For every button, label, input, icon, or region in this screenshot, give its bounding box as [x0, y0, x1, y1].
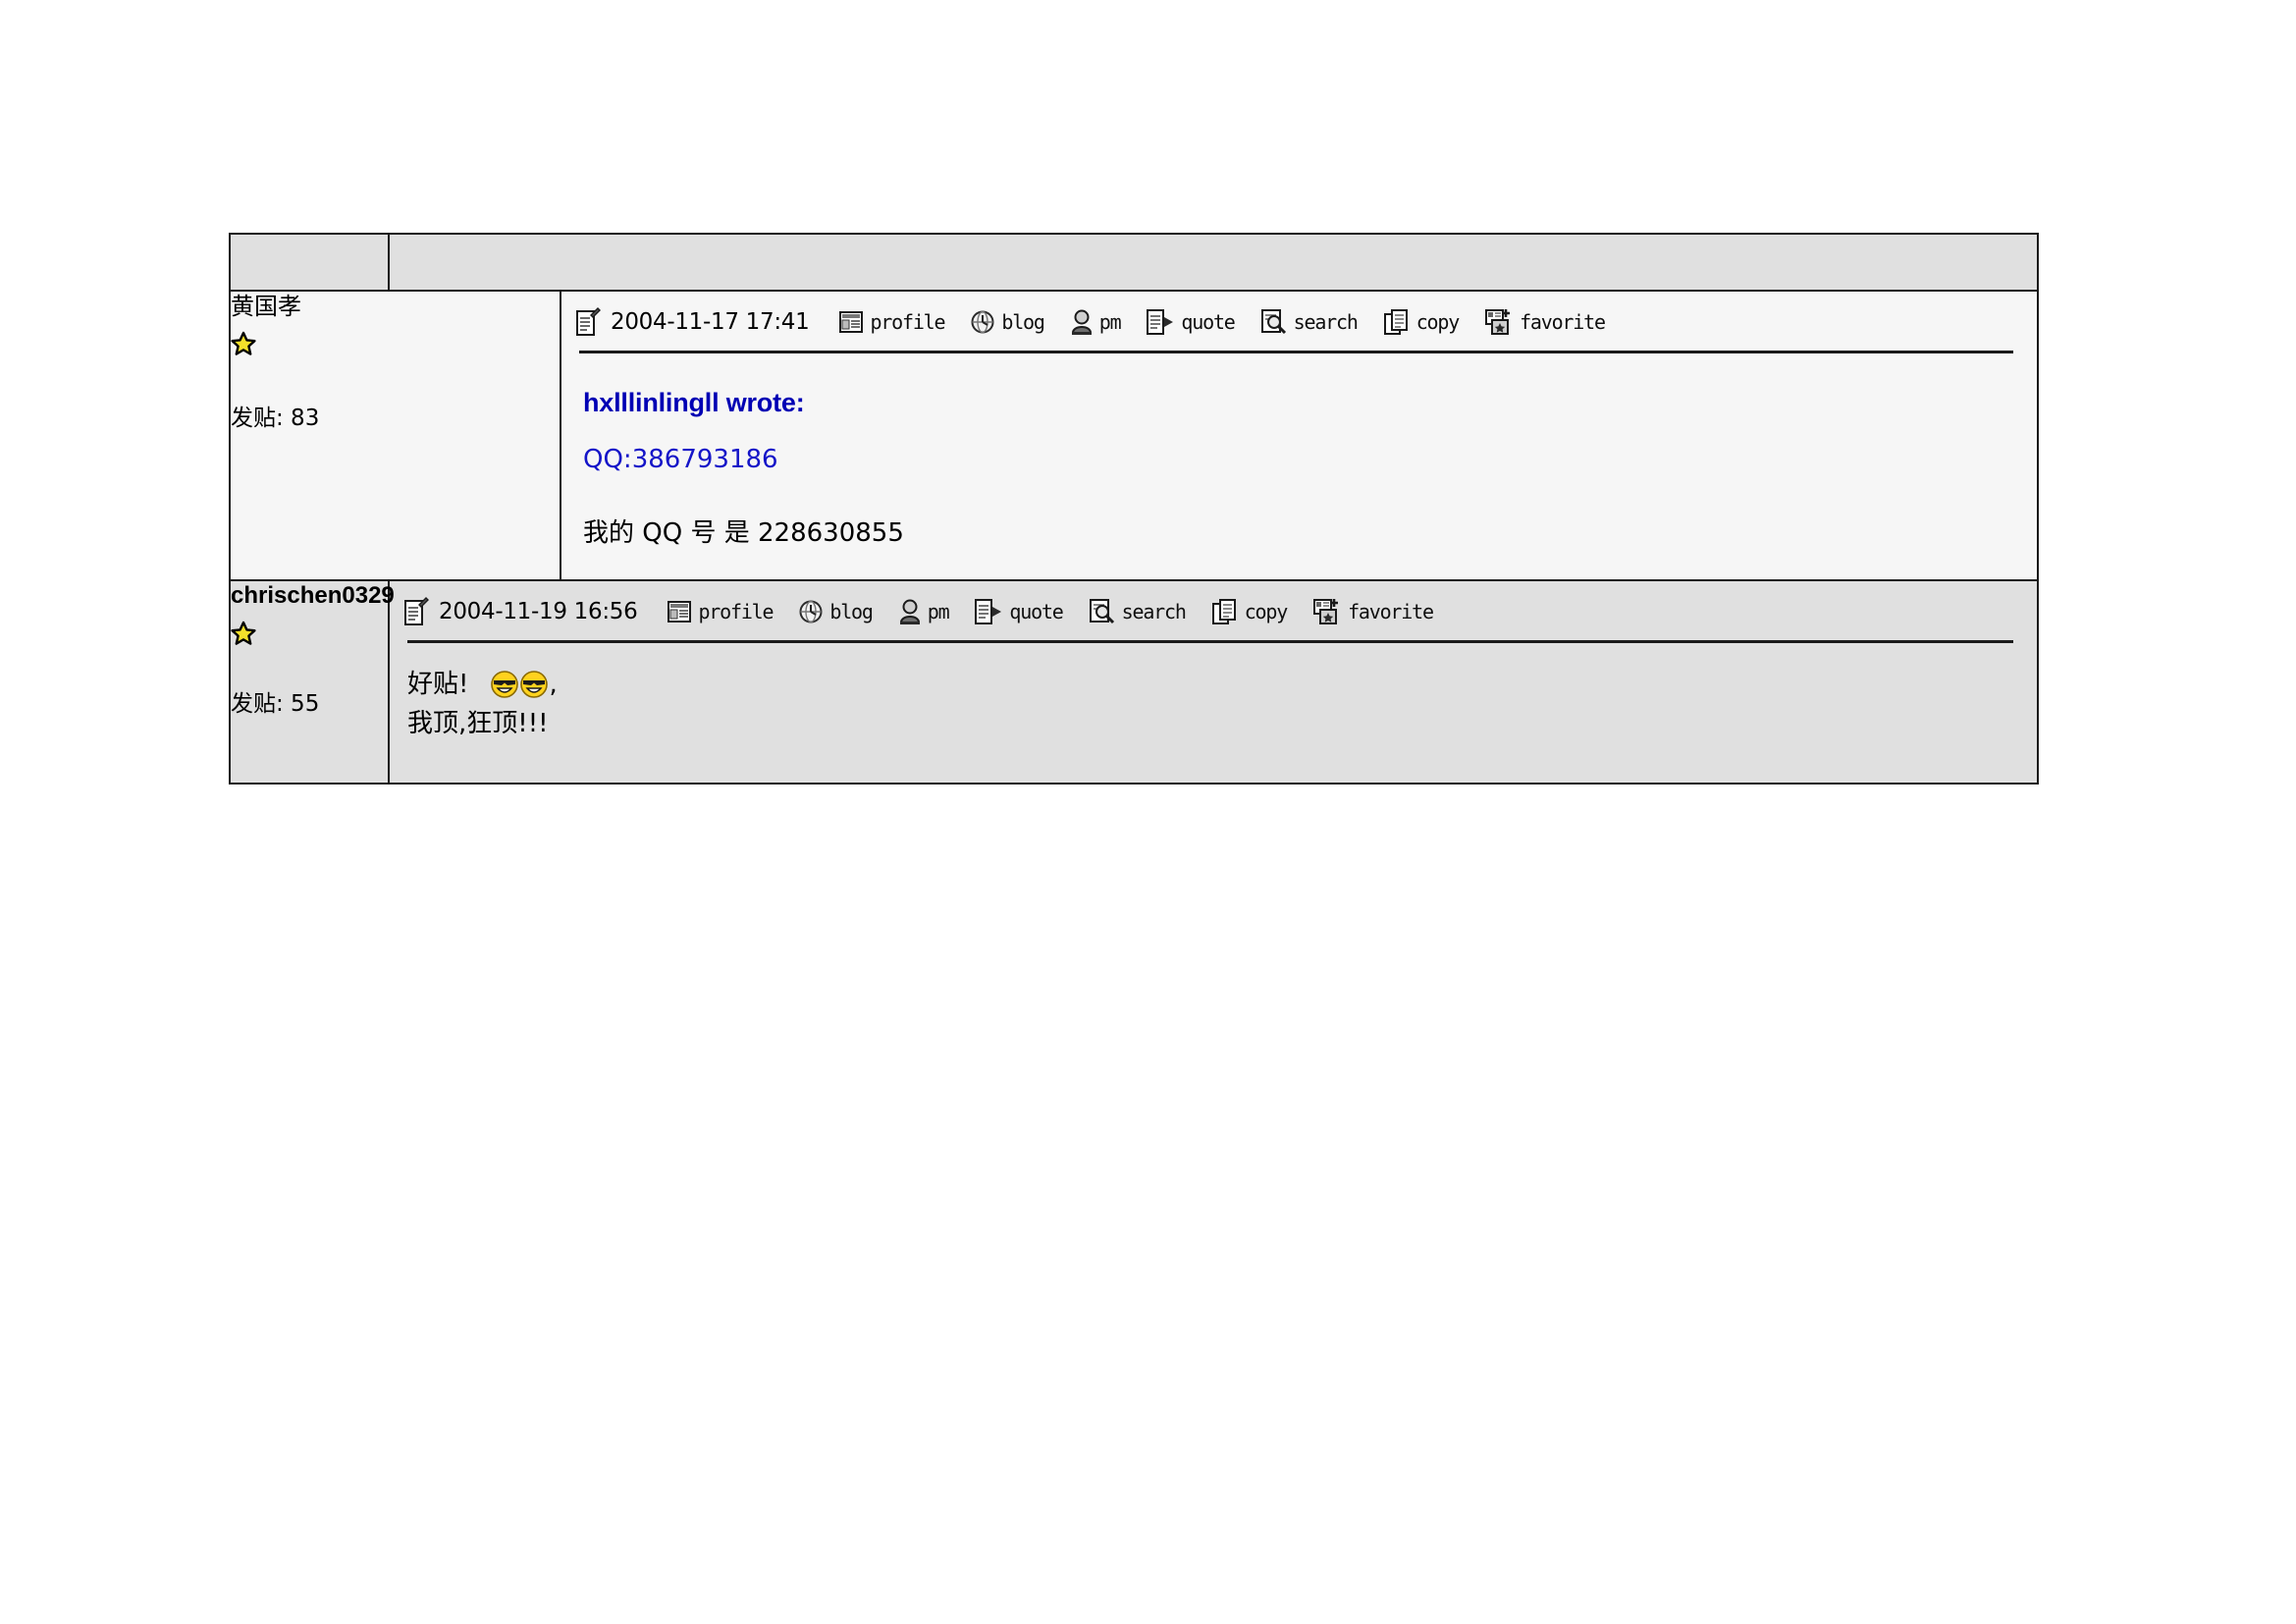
favorite-button[interactable]: favorite [1484, 308, 1606, 336]
search-label: search [1293, 310, 1359, 334]
copy-label: copy [1244, 600, 1289, 623]
favorite-label: favorite [1520, 310, 1606, 334]
cool-smiley-icon [490, 670, 519, 699]
pm-icon [898, 598, 922, 625]
cool-smiley-icon [519, 670, 549, 699]
pm-label: pm [927, 600, 950, 623]
blog-label: blog [1001, 310, 1045, 334]
page-root: 黄国孝 发贴: 83 2004-11-17 17:41 profile blog… [0, 0, 2296, 1624]
star-icon [231, 621, 256, 646]
post-toolbar: 2004-11-17 17:41 profile blog pm quote s… [561, 292, 2037, 347]
post-date: 2004-11-17 17:41 [611, 309, 810, 335]
author-post-count: 发贴: 55 [231, 691, 320, 717]
profile-icon [838, 310, 864, 334]
profile-icon [667, 600, 692, 623]
post-text-after-smilies: , [549, 670, 558, 699]
header-cell-right [388, 233, 2039, 292]
pm-icon [1070, 308, 1094, 336]
quote-author-line: hxlllinlingll wrote: [583, 388, 805, 417]
quote-label: quote [1181, 310, 1235, 334]
post-date: 2004-11-19 16:56 [439, 599, 638, 624]
profile-button[interactable]: profile [667, 600, 774, 623]
profile-label: profile [698, 600, 774, 623]
quote-icon [1146, 308, 1175, 336]
copy-icon [1383, 308, 1411, 336]
search-icon [1089, 598, 1116, 625]
favorite-icon [1484, 308, 1514, 336]
table-header-row [229, 233, 2039, 292]
post-row: 黄国孝 发贴: 83 2004-11-17 17:41 profile blog… [229, 290, 2039, 581]
quote-button[interactable]: quote [974, 598, 1064, 625]
copy-icon [1211, 598, 1239, 625]
blog-label: blog [829, 600, 874, 623]
star-icon [231, 331, 256, 356]
pm-button[interactable]: pm [1070, 308, 1122, 336]
quote-text: QQ:386793186 [583, 445, 778, 474]
post-row: chrischen0329 发贴: 55 2004-11-19 16:56 pr… [229, 579, 2039, 785]
post-toolbar: 2004-11-19 16:56 profile blog pm quote s… [390, 581, 2037, 636]
search-button[interactable]: search [1089, 598, 1187, 625]
copy-button[interactable]: copy [1383, 308, 1461, 336]
search-label: search [1121, 600, 1187, 623]
author-rank [231, 621, 388, 650]
post-content: hxlllinlingll wrote: QQ:386793186 我的 QQ … [561, 353, 2037, 579]
header-cell-left [229, 233, 390, 292]
post-author-cell: chrischen0329 发贴: 55 [229, 579, 395, 785]
pm-button[interactable]: pm [898, 598, 950, 625]
favorite-label: favorite [1348, 600, 1434, 623]
author-rank [231, 331, 560, 360]
post-message-line-2: 我顶,狂顶!!! [407, 709, 549, 738]
blog-button[interactable]: blog [798, 599, 874, 624]
search-button[interactable]: search [1260, 308, 1359, 336]
quote-button[interactable]: quote [1146, 308, 1236, 336]
quote-label: quote [1009, 600, 1063, 623]
blog-icon [970, 309, 995, 335]
blog-button[interactable]: blog [970, 309, 1045, 335]
profile-label: profile [870, 310, 945, 334]
post-content: 好贴! , 我顶,狂顶!!! [390, 643, 2037, 783]
post-message-line-1: 好贴! , [407, 665, 2017, 704]
post-body-cell: 2004-11-17 17:41 profile blog pm quote s… [560, 290, 2039, 581]
pm-label: pm [1098, 310, 1122, 334]
post-note-icon [403, 597, 429, 626]
search-icon [1260, 308, 1288, 336]
author-name[interactable]: chrischen0329 [231, 581, 395, 611]
favorite-icon [1312, 598, 1342, 625]
favorite-button[interactable]: favorite [1312, 598, 1434, 625]
copy-button[interactable]: copy [1211, 598, 1289, 625]
post-note-icon [575, 307, 601, 337]
quote-icon [974, 598, 1003, 625]
post-author-cell: 黄国孝 发贴: 83 [229, 290, 561, 581]
author-post-count: 发贴: 83 [231, 406, 320, 431]
copy-label: copy [1415, 310, 1461, 334]
blog-icon [798, 599, 824, 624]
post-body-cell: 2004-11-19 16:56 profile blog pm quote s… [388, 579, 2039, 785]
forum-post-table: 黄国孝 发贴: 83 2004-11-17 17:41 profile blog… [229, 233, 2039, 785]
author-name[interactable]: 黄国孝 [231, 292, 560, 321]
post-text-before-smilies: 好贴! [407, 670, 469, 699]
post-message-text: 我的 QQ 号 是 228630855 [583, 518, 904, 548]
profile-button[interactable]: profile [838, 310, 946, 334]
